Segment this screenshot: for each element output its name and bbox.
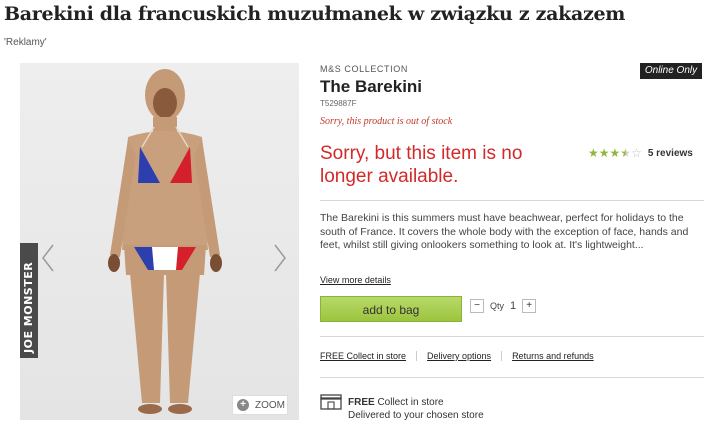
quantity-stepper[interactable]: − Qty 1 + [470,299,537,313]
star-icon: ★ [598,146,610,160]
reviews-link[interactable]: 5 reviews [648,148,693,159]
collect-info: FREE Collect in store Delivered to your … [348,396,484,422]
view-more-details-link[interactable]: View more details [320,275,391,285]
add-to-bag-button[interactable]: add to bag [320,296,462,322]
chevron-left-icon[interactable] [40,243,56,273]
store-icon [320,394,342,410]
collection-label: M&S COLLECTION [320,64,408,74]
section-divider [320,200,704,201]
article-tag[interactable]: 'Reklamy' [4,37,47,48]
unavailable-message: Sorry, but this item is no longer availa… [320,142,575,188]
zoom-label: ZOOM [255,399,285,411]
star-icon: ☆ [631,146,642,160]
plus-circle-icon: + [237,399,249,411]
star-icon: ★ [588,146,599,160]
qty-value[interactable]: 1 [510,300,516,312]
collect-line-1: Collect in store [374,397,444,408]
zoom-button[interactable]: + ZOOM [232,395,288,415]
rating-stars: ★ ★ ★ ★ ☆ [588,147,642,159]
returns-refunds-link[interactable]: Returns and refunds [501,351,604,361]
product-sku: T529887F [320,99,357,108]
unavailable-line-2: longer available. [320,166,459,187]
qty-decrease-button[interactable]: − [470,299,484,313]
out-of-stock-notice: Sorry, this product is out of stock [320,116,453,127]
article-headline: Barekini dla francuskich muzułmanek w zw… [4,3,626,25]
star-icon: ★ [609,146,621,160]
product-photo [108,69,222,414]
product-rating[interactable]: ★ ★ ★ ★ ☆ 5 reviews [588,147,693,159]
section-divider [320,336,704,337]
collect-line-2: Delivered to your chosen store [348,410,484,421]
watermark-badge: JOE MONSTER [20,243,38,358]
collect-in-store-link[interactable]: FREE Collect in store [320,351,416,361]
product-description: The Barekini is this summers must have b… [320,212,689,251]
qty-label: Qty [490,301,505,311]
unavailable-line-1: Sorry, but this item is no [320,143,523,164]
online-only-badge: Online Only [640,63,702,79]
star-icon: ★ [620,146,632,160]
delivery-options-link[interactable]: Delivery options [416,351,501,361]
qty-increase-button[interactable]: + [522,299,537,313]
delivery-links: FREE Collect in store Delivery options R… [320,351,604,361]
watermark-text: JOE MONSTER [22,261,35,353]
section-divider [320,377,704,378]
collect-free-label: FREE [348,397,375,408]
product-image-panel[interactable]: JOE MONSTER + ZOOM [20,63,299,420]
product-title: The Barekini [320,77,423,96]
chevron-right-icon[interactable] [272,243,288,273]
